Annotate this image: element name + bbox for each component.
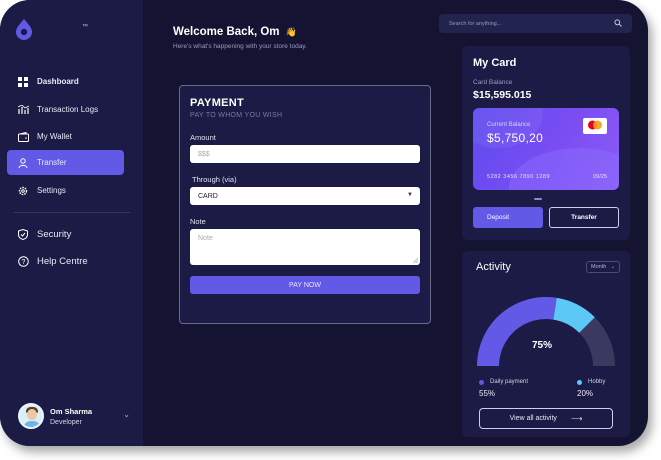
svg-text:?: ?: [21, 259, 25, 266]
view-all-activity-button[interactable]: View all activity ⟶: [479, 408, 613, 429]
deposit-button[interactable]: Deposit: [473, 207, 543, 228]
activity-percent: 75%: [532, 340, 553, 351]
legend-hobby: Hobby: [577, 379, 605, 385]
user-icon: [17, 157, 29, 169]
gear-icon: [17, 185, 29, 197]
sidebar-item-my-wallet[interactable]: My Wallet: [7, 124, 124, 149]
avatar: [18, 403, 44, 429]
chart-icon: [17, 104, 29, 116]
help-icon: ?: [17, 256, 29, 268]
current-balance-label: Current Balance: [487, 122, 531, 128]
activity-title: Activity: [476, 261, 511, 273]
pay-now-button[interactable]: PAY NOW: [190, 276, 420, 294]
resize-handle-icon[interactable]: [413, 258, 418, 263]
grid-icon: [17, 76, 29, 88]
through-label: Through (via): [192, 175, 237, 184]
gauge-segment-daily: [477, 297, 557, 367]
search-input[interactable]: Search for anything...: [439, 14, 632, 33]
trademark: ™: [82, 24, 88, 30]
card-number: 5282 3456 7890 1289: [487, 174, 551, 180]
card-balance-value: $15,595.015: [473, 89, 532, 101]
legend-hobby-value: 20%: [577, 389, 594, 398]
sidebar-item-label: Settings: [37, 186, 66, 195]
through-select[interactable]: CARD ▼: [190, 187, 420, 205]
logo-icon: [16, 19, 32, 40]
amount-field[interactable]: $$$: [190, 145, 420, 163]
payment-title: PAYMENT: [190, 97, 245, 109]
wallet-icon: [17, 131, 29, 143]
arrow-right-icon: ⟶: [570, 414, 583, 423]
note-label: Note: [190, 217, 206, 226]
chevron-down-icon[interactable]: ⌄: [123, 410, 130, 419]
chevron-down-icon: ⌄: [610, 264, 615, 270]
search-icon[interactable]: [614, 19, 622, 27]
my-card-title: My Card: [473, 57, 517, 69]
page-subtitle: Here's what's happening with your store …: [173, 43, 307, 50]
profile-name: Om Sharma: [50, 406, 93, 416]
legend-daily: Daily payment: [479, 379, 528, 385]
sidebar-item-help-centre[interactable]: ? Help Centre: [7, 249, 124, 274]
legend-daily-value: 55%: [479, 389, 496, 398]
sidebar-item-security[interactable]: Security: [7, 222, 124, 247]
profile-menu[interactable]: Om Sharma Developer ⌄: [18, 402, 130, 430]
app-window: ™ Dashboard Transaction Logs My Wallet T…: [0, 0, 648, 446]
sidebar-item-label: Transfer: [37, 158, 67, 167]
profile-role: Developer: [50, 418, 82, 426]
sidebar-item-label: Dashboard: [37, 77, 79, 86]
shield-icon: [17, 229, 29, 241]
carousel-indicator[interactable]: [534, 198, 542, 200]
page-title: Welcome Back, Om 👋: [173, 26, 297, 38]
sidebar: ™ Dashboard Transaction Logs My Wallet T…: [0, 0, 143, 446]
sidebar-item-settings[interactable]: Settings: [7, 178, 124, 203]
sidebar-item-dashboard[interactable]: Dashboard: [7, 69, 124, 94]
chevron-down-icon: ▼: [407, 192, 413, 198]
sidebar-item-label: Security: [37, 229, 72, 240]
mastercard-logo-icon: [583, 118, 607, 134]
payment-subtitle: PAY TO WHOM YOU WISH: [190, 112, 283, 119]
sidebar-item-transfer[interactable]: Transfer: [7, 150, 124, 175]
gauge-segment-hobby: [552, 297, 595, 334]
activity-gauge: [477, 297, 615, 367]
card-balance-label: Card Balance: [473, 79, 513, 86]
note-field[interactable]: Note: [190, 229, 420, 265]
credit-card[interactable]: Current Balance $5,750,20 5282 3456 7890…: [473, 108, 619, 190]
legend-dot-daily: [479, 379, 484, 385]
sidebar-divider: [14, 212, 130, 213]
search-placeholder: Search for anything...: [449, 20, 502, 27]
wave-icon: 👋: [285, 27, 297, 37]
sidebar-item-label: My Wallet: [37, 132, 72, 141]
legend-dot-hobby: [577, 379, 582, 385]
amount-label: Amount: [190, 133, 216, 142]
period-select[interactable]: Month ⌄: [586, 261, 620, 273]
my-card-panel: My Card Card Balance $15,595.015 Current…: [462, 46, 630, 240]
activity-panel: Activity Month ⌄ 75% Daily payment 55% H…: [462, 251, 630, 437]
card-expiry: 09/25: [593, 174, 607, 180]
transfer-button[interactable]: Transfer: [549, 207, 619, 228]
sidebar-item-label: Transaction Logs: [37, 105, 99, 114]
payment-form: PAYMENT PAY TO WHOM YOU WISH Amount $$$ …: [179, 85, 431, 324]
current-balance-value: $5,750,20: [487, 131, 544, 145]
sidebar-item-transaction-logs[interactable]: Transaction Logs: [7, 97, 124, 122]
sidebar-item-label: Help Centre: [37, 256, 88, 267]
